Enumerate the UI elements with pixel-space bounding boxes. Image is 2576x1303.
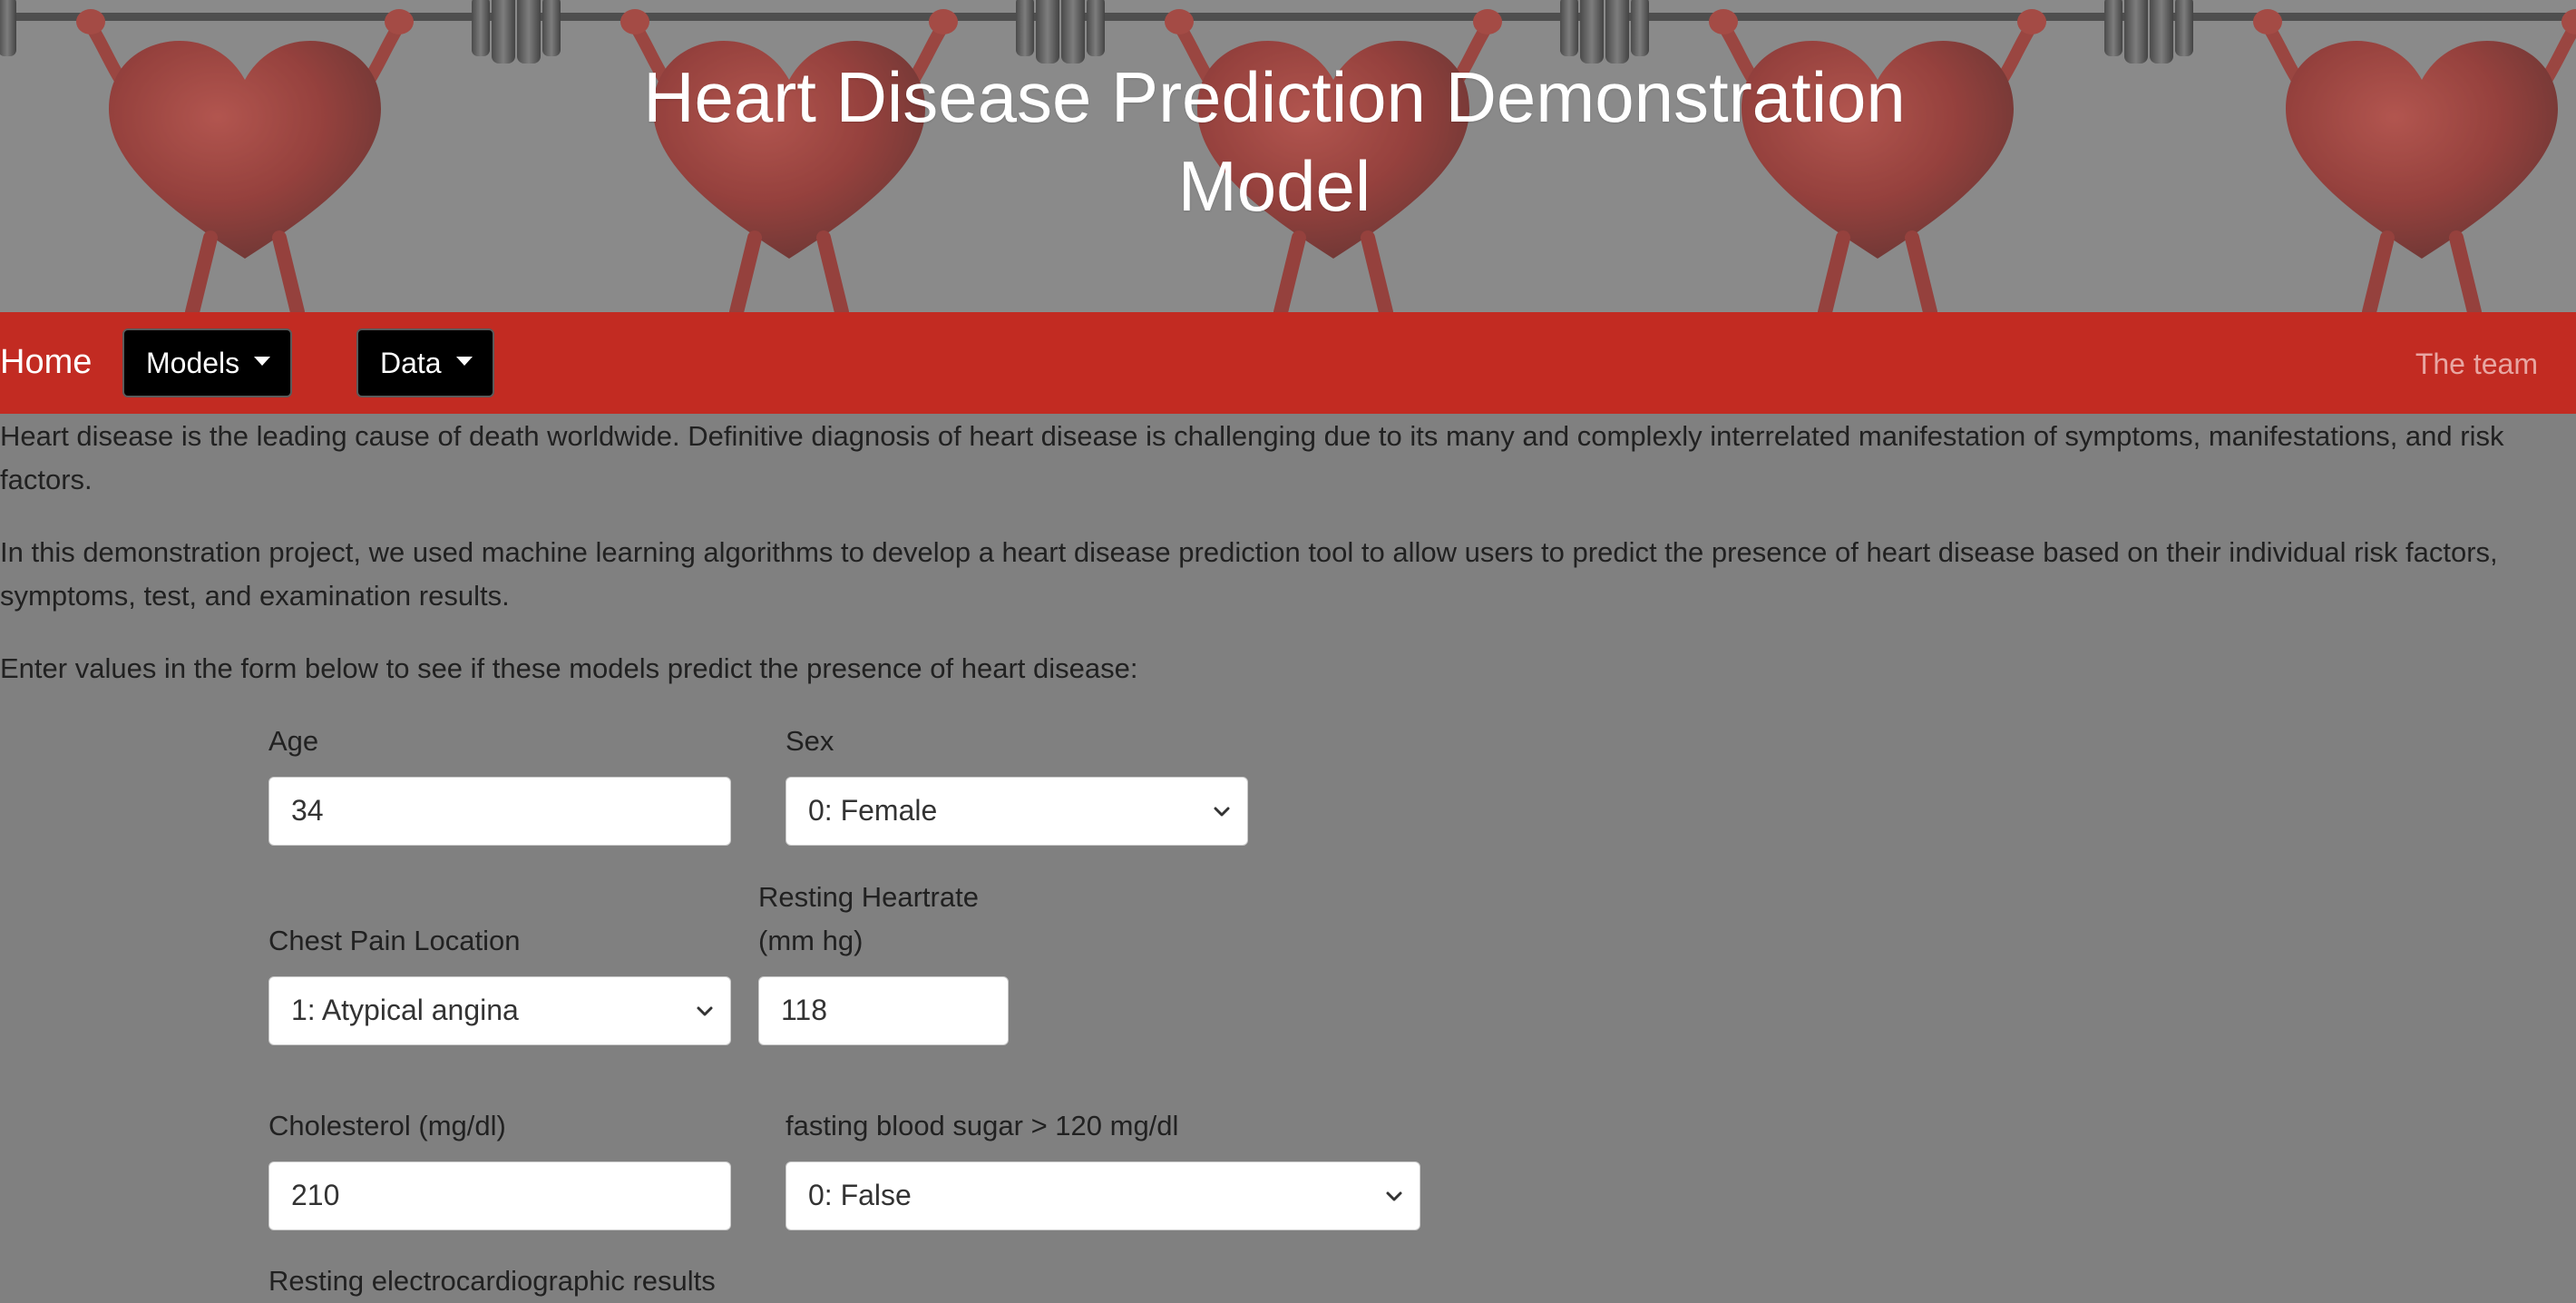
chest-pain-label: Chest Pain Location bbox=[268, 925, 521, 956]
fasting-blood-sugar-select-value: 0: False bbox=[808, 1179, 912, 1211]
chevron-down-icon bbox=[1214, 807, 1230, 817]
nav-team-link[interactable]: The team bbox=[2415, 345, 2538, 383]
intro-paragraph-3: Enter values in the form below to see if… bbox=[0, 652, 1138, 684]
resting-ecg-label: Resting electrocardiographic results bbox=[268, 1265, 716, 1297]
age-input-value: 34 bbox=[291, 794, 324, 827]
intro-paragraph-1: Heart disease is the leading cause of de… bbox=[0, 420, 2504, 495]
cholesterol-label: Cholesterol (mg/dl) bbox=[268, 1110, 506, 1141]
resting-heartrate-input[interactable]: 118 bbox=[758, 976, 1009, 1045]
sex-label: Sex bbox=[785, 725, 834, 757]
sex-select-value: 0: Female bbox=[808, 794, 938, 827]
header-banner: Heart Disease Prediction Demonstration M… bbox=[0, 0, 2576, 312]
page-title-line-1: Heart Disease Prediction Demonstration bbox=[643, 57, 1906, 137]
fasting-blood-sugar-select[interactable]: 0: False bbox=[785, 1161, 1420, 1230]
resting-heartrate-label-line-2: (mm hg) bbox=[758, 925, 864, 956]
data-dropdown-button[interactable]: Data bbox=[356, 328, 494, 397]
cholesterol-input[interactable]: 210 bbox=[268, 1161, 731, 1230]
age-input[interactable]: 34 bbox=[268, 777, 731, 846]
models-dropdown-label: Models bbox=[146, 347, 240, 379]
fasting-blood-sugar-label: fasting blood sugar > 120 mg/dl bbox=[785, 1110, 1179, 1141]
chevron-down-icon bbox=[1386, 1191, 1402, 1201]
resting-heartrate-input-value: 118 bbox=[781, 994, 828, 1026]
page-title-line-2: Model bbox=[1177, 146, 1371, 226]
sex-select[interactable]: 0: Female bbox=[785, 777, 1248, 846]
navbar: Home Models Data The team bbox=[0, 312, 2576, 414]
intro-paragraph-2: In this demonstration project, we used m… bbox=[0, 536, 2498, 612]
caret-down-icon bbox=[455, 357, 473, 366]
models-dropdown-button[interactable]: Models bbox=[122, 328, 293, 397]
data-dropdown-label: Data bbox=[380, 347, 442, 379]
chevron-down-icon bbox=[697, 1006, 713, 1016]
age-label: Age bbox=[268, 725, 319, 757]
resting-heartrate-label-line-1: Resting Heartrate bbox=[758, 881, 979, 913]
caret-down-icon bbox=[254, 357, 271, 366]
nav-home-link[interactable]: Home bbox=[0, 339, 92, 385]
chest-pain-select[interactable]: 1: Atypical angina bbox=[268, 976, 731, 1045]
resting-heartrate-label: Resting Heartrate (mm hg) bbox=[758, 876, 979, 963]
cholesterol-input-value: 210 bbox=[291, 1179, 340, 1211]
page-title: Heart Disease Prediction Demonstration M… bbox=[0, 53, 2549, 230]
chest-pain-select-value: 1: Atypical angina bbox=[291, 994, 519, 1026]
